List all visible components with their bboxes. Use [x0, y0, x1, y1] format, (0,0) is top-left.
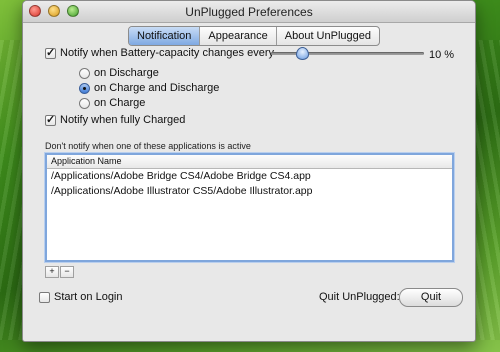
tab-bar: Notification Appearance About UnPlugged	[128, 26, 380, 46]
option-label: on Discharge	[94, 67, 159, 79]
tab-appearance[interactable]: Appearance	[200, 27, 277, 45]
tab-notification[interactable]: Notification	[129, 27, 201, 45]
quit-label: Quit UnPlugged:	[319, 291, 400, 303]
list-item[interactable]: /Applications/Adobe Bridge CS4/Adobe Bri…	[47, 169, 452, 184]
remove-app-button[interactable]: −	[60, 266, 74, 278]
notify-full-row: Notify when fully Charged	[45, 113, 186, 126]
notify-full-checkbox[interactable]	[45, 113, 56, 126]
notify-capacity-label: Notify when Battery-capacity changes eve…	[60, 47, 274, 59]
title-bar[interactable]: UnPlugged Preferences	[23, 1, 475, 23]
apps-note: Don't notify when one of these applicati…	[45, 141, 251, 151]
list-item[interactable]: /Applications/Adobe Illustrator CS5/Adob…	[47, 184, 452, 199]
capacity-slider-track[interactable]	[271, 52, 424, 55]
preferences-window: UnPlugged Preferences Notification Appea…	[22, 0, 476, 342]
notify-full-label: Notify when fully Charged	[60, 114, 186, 126]
start-on-login-checkbox[interactable]	[39, 291, 50, 303]
option-label: on Charge and Discharge	[94, 82, 220, 94]
capacity-slider-knob[interactable]	[295, 47, 309, 60]
option-on-charge-and-discharge[interactable]: on Charge and Discharge	[79, 82, 219, 94]
notify-capacity-row: Notify when Battery-capacity changes eve…	[45, 46, 274, 59]
start-on-login-label: Start on Login	[54, 291, 123, 303]
notify-capacity-checkbox[interactable]	[45, 46, 56, 59]
radio-on-charge-and-discharge[interactable]	[79, 82, 90, 94]
add-app-button[interactable]: +	[45, 266, 59, 278]
window-title: UnPlugged Preferences	[185, 5, 313, 19]
radio-on-discharge[interactable]	[79, 67, 90, 79]
option-on-charge[interactable]: on Charge	[79, 97, 145, 109]
option-label: on Charge	[94, 97, 146, 109]
apps-column-header[interactable]: Application Name	[47, 155, 452, 169]
apps-list[interactable]: Application Name /Applications/Adobe Bri…	[45, 153, 454, 262]
start-on-login-row: Start on Login	[39, 291, 123, 303]
capacity-slider-value: 10 %	[429, 49, 455, 61]
radio-on-charge[interactable]	[79, 97, 90, 109]
quit-button[interactable]: Quit	[399, 288, 463, 307]
tab-about[interactable]: About UnPlugged	[277, 27, 379, 45]
option-on-discharge[interactable]: on Discharge	[79, 67, 159, 79]
